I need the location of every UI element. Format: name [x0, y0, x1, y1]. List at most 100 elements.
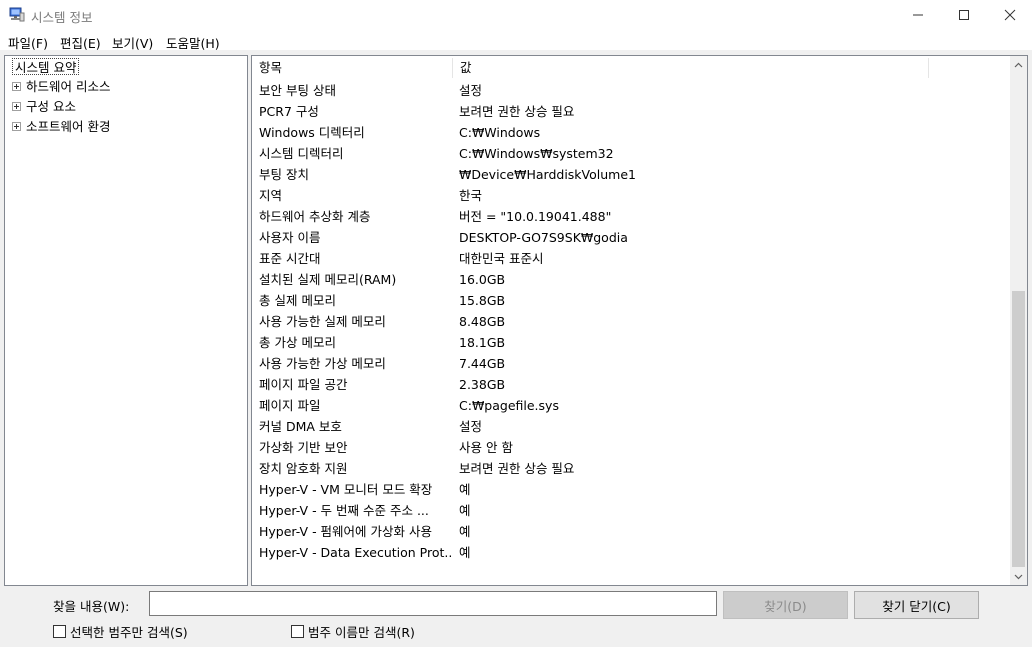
maximize-button[interactable]	[941, 0, 987, 30]
row-value-cell: C:₩Windows₩system32	[459, 146, 614, 161]
row-value-cell: 8.48GB	[459, 314, 506, 329]
title-bar: 시스템 정보	[0, 0, 1032, 30]
tree-item-label: 하드웨어 리소스	[26, 79, 111, 94]
table-row[interactable]: 하드웨어 추상화 계층 버전 = "10.0.19041.488"	[252, 206, 1009, 227]
row-value-cell: 설정	[459, 419, 483, 434]
tree-item-system-summary[interactable]: 시스템 요약	[12, 58, 80, 75]
row-item-cell: 페이지 파일	[259, 398, 321, 413]
checkbox-box[interactable]	[53, 624, 66, 638]
table-row[interactable]: 총 가상 메모리 18.1GB	[252, 332, 1009, 353]
row-value-cell: 보려면 권한 상승 필요	[459, 104, 575, 119]
row-item-cell: 총 실제 메모리	[259, 293, 336, 308]
table-row[interactable]: 총 실제 메모리 15.8GB	[252, 290, 1009, 311]
row-value-cell: DESKTOP-GO7S9SK₩godia	[459, 230, 628, 245]
row-value-cell: 7.44GB	[459, 356, 506, 371]
row-value-cell: 18.1GB	[459, 335, 506, 350]
column-header-value[interactable]: 값	[453, 56, 928, 80]
column-header-item[interactable]: 항목	[252, 56, 452, 80]
row-value-cell: 사용 안 함	[459, 440, 513, 455]
find-input[interactable]	[149, 591, 717, 616]
row-item-cell: 설치된 실제 메모리(RAM)	[259, 272, 397, 287]
table-row[interactable]: 페이지 파일 C:₩pagefile.sys	[252, 395, 1009, 416]
minimize-button[interactable]	[895, 0, 941, 30]
table-body: 보안 부팅 상태 설정 PCR7 구성 보려면 권한 상승 필요 Windows 디렉터…	[252, 80, 1009, 563]
row-item-cell: Hyper-V - 펌웨어에 가상화 사용	[259, 524, 432, 539]
expand-icon[interactable]	[12, 82, 21, 91]
row-value-cell: 예	[459, 545, 471, 560]
row-item-cell: 사용자 이름	[259, 230, 321, 245]
row-item-cell: 부팅 장치	[259, 167, 309, 182]
row-item-cell: 하드웨어 추상화 계층	[259, 209, 371, 224]
row-value-cell: 예	[459, 503, 471, 518]
table-row[interactable]: 보안 부팅 상태 설정	[252, 80, 1009, 101]
table-row[interactable]: 커널 DMA 보호 설정	[252, 416, 1009, 437]
row-value-cell: 한국	[459, 188, 483, 203]
column-divider[interactable]	[928, 58, 929, 78]
table-row[interactable]: 가상화 기반 보안 사용 안 함	[252, 437, 1009, 458]
chevron-up-icon	[1014, 62, 1023, 67]
row-value-cell: 15.8GB	[459, 293, 506, 308]
expand-icon[interactable]	[12, 102, 21, 111]
row-item-cell: Hyper-V - Data Execution Prot...	[259, 545, 451, 560]
menu-bar: 파일(F) 편집(E) 보기(V) 도움말(H)	[0, 30, 1032, 52]
row-item-cell: 총 가상 메모리	[259, 335, 336, 350]
system-info-icon	[9, 7, 25, 22]
scrollbar-thumb[interactable]	[1012, 291, 1025, 567]
row-item-cell: 표준 시간대	[259, 251, 321, 266]
row-item-cell: PCR7 구성	[259, 104, 319, 119]
row-value-cell: 예	[459, 482, 471, 497]
scroll-up-button[interactable]	[1010, 56, 1027, 73]
table-row[interactable]: 설치된 실제 메모리(RAM) 16.0GB	[252, 269, 1009, 290]
search-selected-category-checkbox[interactable]: 선택한 범주만 검색(S)	[53, 624, 188, 640]
close-button[interactable]	[987, 0, 1032, 30]
minimize-icon	[913, 14, 923, 16]
vertical-scrollbar[interactable]	[1010, 56, 1027, 585]
table-row[interactable]: 사용자 이름 DESKTOP-GO7S9SK₩godia	[252, 227, 1009, 248]
table-row[interactable]: Hyper-V - 펌웨어에 가상화 사용 예	[252, 521, 1009, 542]
details-list[interactable]: 항목 값 보안 부팅 상태 설정 PCR7 구성 보려면 권한 상승 필요 Window…	[251, 55, 1028, 586]
maximize-icon	[959, 10, 969, 20]
row-item-cell: 사용 가능한 가상 메모리	[259, 356, 386, 371]
search-category-names-checkbox[interactable]: 범주 이름만 검색(R)	[291, 624, 415, 640]
table-row[interactable]: Hyper-V - 두 번째 수준 주소 ... 예	[252, 500, 1009, 521]
row-value-cell: C:₩Windows	[459, 125, 541, 140]
menu-view[interactable]: 보기(V)	[112, 33, 153, 52]
table-row[interactable]: Hyper-V - Data Execution Prot... 예	[252, 542, 1009, 563]
checkbox-label: 범주 이름만 검색(R)	[308, 624, 415, 640]
checkbox-box[interactable]	[291, 624, 304, 638]
table-row[interactable]: 지역 한국	[252, 185, 1009, 206]
close-icon	[1004, 9, 1016, 21]
row-item-cell: 커널 DMA 보호	[259, 419, 342, 434]
row-item-cell: 보안 부팅 상태	[259, 83, 336, 98]
checkbox-label: 선택한 범주만 검색(S)	[70, 624, 188, 640]
table-row[interactable]: 페이지 파일 공간 2.38GB	[252, 374, 1009, 395]
table-row[interactable]: PCR7 구성 보려면 권한 상승 필요	[252, 101, 1009, 122]
row-value-cell: ₩Device₩HarddiskVolume1	[459, 167, 636, 182]
find-label: 찾을 내용(W):	[53, 599, 130, 614]
table-row[interactable]: 사용 가능한 실제 메모리 8.48GB	[252, 311, 1009, 332]
scroll-down-button[interactable]	[1010, 568, 1027, 585]
row-value-cell: 보려면 권한 상승 필요	[459, 461, 575, 476]
close-find-button[interactable]: 찾기 닫기(C)	[854, 591, 979, 619]
row-value-cell: C:₩pagefile.sys	[459, 398, 559, 413]
expand-icon[interactable]	[12, 122, 21, 131]
row-item-cell: 지역	[259, 188, 283, 203]
row-item-cell: 페이지 파일 공간	[259, 377, 348, 392]
menu-file[interactable]: 파일(F)	[8, 33, 48, 52]
row-value-cell: 16.0GB	[459, 272, 506, 287]
table-row[interactable]: 장치 암호화 지원 보려면 권한 상승 필요	[252, 458, 1009, 479]
category-tree[interactable]: 시스템 요약 하드웨어 리소스 구성 요소 소프트웨어 환경	[4, 55, 248, 586]
menu-edit[interactable]: 편집(E)	[60, 33, 101, 52]
table-row[interactable]: Hyper-V - VM 모니터 모드 확장 예	[252, 479, 1009, 500]
row-value-cell: 2.38GB	[459, 377, 506, 392]
table-row[interactable]: 시스템 디렉터리 C:₩Windows₩system32	[252, 143, 1009, 164]
table-row[interactable]: 사용 가능한 가상 메모리 7.44GB	[252, 353, 1009, 374]
row-item-cell: Windows 디렉터리	[259, 125, 365, 140]
find-button[interactable]: 찾기(D)	[723, 591, 848, 619]
table-row[interactable]: 표준 시간대 대한민국 표준시	[252, 248, 1009, 269]
row-value-cell: 설정	[459, 83, 483, 98]
menu-help[interactable]: 도움말(H)	[166, 33, 220, 52]
table-row[interactable]: 부팅 장치 ₩Device₩HarddiskVolume1	[252, 164, 1009, 185]
table-row[interactable]: Windows 디렉터리 C:₩Windows	[252, 122, 1009, 143]
row-value-cell: 대한민국 표준시	[459, 251, 544, 266]
